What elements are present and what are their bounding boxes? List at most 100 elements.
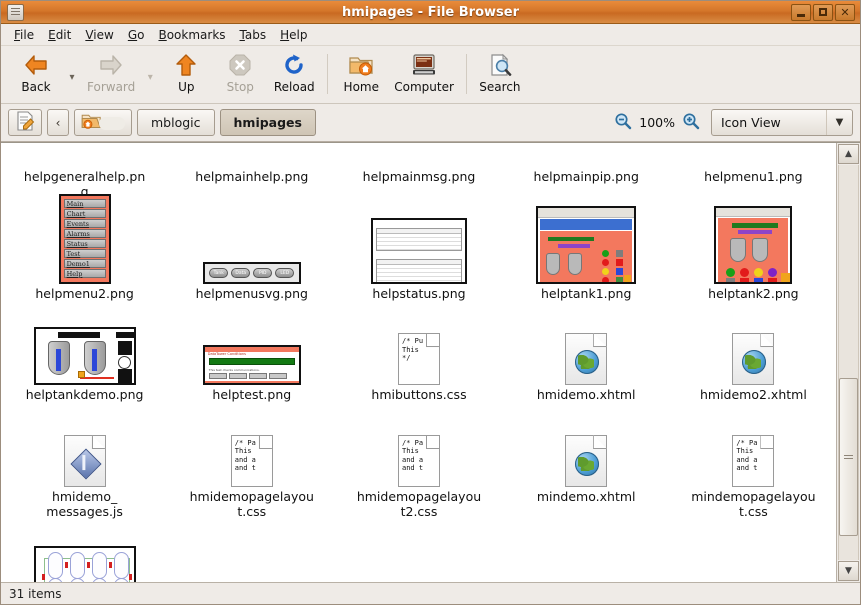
list-item[interactable]: processdrawing.png	[1, 524, 168, 582]
list-item[interactable]: mindemo.xhtml	[503, 407, 670, 524]
breadcrumb-hmipages[interactable]: hmipages	[219, 109, 316, 136]
list-item[interactable]: helpmainhelp.png	[168, 143, 335, 204]
list-item[interactable]: /* Pa This and a and t hmidemopagelayout…	[168, 407, 335, 524]
title-bar: hmipages - File Browser ✕	[1, 1, 860, 24]
list-item[interactable]: Tank Data PID LED helpmenusvg.png	[168, 204, 335, 306]
file-label: hmidemo_ messages.js	[46, 489, 123, 519]
menu-row: Status	[63, 238, 106, 248]
thumbnail-css: /* Pa This and a and t	[397, 413, 440, 487]
maximize-button[interactable]	[813, 3, 833, 21]
view-mode-select[interactable]: Icon View ▼	[711, 109, 853, 136]
toolbar-reload-button[interactable]: Reload	[267, 50, 321, 95]
toolbar-stop-button[interactable]: Stop	[213, 50, 267, 95]
thumbnail-processdrawing	[33, 530, 136, 582]
forward-arrow-icon	[98, 52, 124, 78]
list-item[interactable]: helpmainmsg.png	[335, 143, 502, 204]
toolbar-computer-button[interactable]: Computer	[388, 50, 460, 95]
list-item-empty	[168, 524, 335, 583]
path-previous-button[interactable]: ‹	[47, 109, 69, 136]
list-item[interactable]: Main Chart Events Alarms Status Test Dem…	[1, 193, 168, 306]
list-item-empty	[335, 524, 502, 583]
scroll-up-icon[interactable]: ▲	[838, 144, 859, 164]
toolbar-search-button[interactable]: Search	[473, 50, 527, 95]
toolbar-forward-label: Forward	[87, 80, 136, 94]
menu-item-go[interactable]: Go	[121, 26, 152, 44]
file-label: mindemo.xhtml	[536, 489, 636, 504]
toolbar-home-label: Home	[343, 80, 379, 94]
zoom-out-icon[interactable]	[614, 112, 632, 133]
scroll-down-icon[interactable]: ▼	[838, 561, 859, 581]
menu-item-view[interactable]: View	[78, 26, 120, 44]
menu-bar: File Edit View Go Bookmarks Tabs Help	[1, 24, 860, 46]
xhtml-file-icon	[565, 435, 608, 487]
list-item[interactable]: helptank2.png	[670, 204, 836, 306]
test-page-preview: DataTower Conditions This test checks co…	[202, 345, 301, 386]
content-area: helpgeneralhelp.png helpmainhelp.png hel…	[1, 142, 860, 582]
list-item[interactable]: helptankdemo.png	[1, 305, 168, 407]
list-item[interactable]: hmidemo.xhtml	[503, 305, 670, 407]
search-icon	[487, 52, 513, 78]
file-grid: helpgeneralhelp.png helpmainhelp.png hel…	[1, 143, 836, 582]
close-button[interactable]: ✕	[835, 3, 855, 21]
js-file-icon	[63, 435, 106, 487]
list-item[interactable]: helpmainpip.png	[503, 143, 670, 204]
tank-hmi-preview	[536, 205, 637, 284]
toolbar-computer-label: Computer	[394, 80, 454, 94]
up-arrow-icon	[174, 52, 198, 78]
menu-row: Test	[63, 248, 106, 258]
status-item-count: 31 items	[9, 586, 62, 601]
stop-icon	[228, 52, 252, 78]
chevron-down-icon: ▼	[826, 110, 852, 135]
file-label: hmidemo2.xhtml	[699, 387, 807, 403]
thumbnail-helptest: DataTower Conditions This test checks co…	[202, 311, 301, 386]
list-item[interactable]: DataTower Conditions This test checks co…	[168, 305, 335, 407]
process-drawing-preview	[33, 545, 136, 582]
zoom-in-icon[interactable]	[682, 112, 700, 133]
home-folder-icon	[348, 52, 374, 78]
back-arrow-icon	[23, 52, 49, 78]
list-item[interactable]: hmidemo2.xhtml	[670, 305, 836, 407]
thumbnail-xhtml	[565, 311, 608, 386]
file-icon-view[interactable]: helpgeneralhelp.png helpmainhelp.png hel…	[1, 143, 836, 582]
list-item[interactable]: /* Pa This and a and t hmidemopagelayout…	[335, 407, 502, 524]
toolbar-up-button[interactable]: Up	[159, 50, 213, 95]
list-item[interactable]: helpstatus.png	[335, 204, 502, 306]
list-item[interactable]: /* Pu This */ hmibuttons.css	[335, 305, 502, 407]
menu-row: Chart	[63, 208, 106, 218]
list-item[interactable]: /* Pa This and a and t mindemopagelayout…	[670, 407, 836, 524]
menu-item-file[interactable]: File	[7, 26, 41, 44]
globe-icon	[742, 350, 767, 375]
menu-item-help[interactable]: Help	[273, 26, 314, 44]
file-label: helpmainpip.png	[533, 169, 639, 184]
menu-item-tabs[interactable]: Tabs	[233, 26, 274, 44]
menu-item-edit[interactable]: Edit	[41, 26, 78, 44]
toolbar-separator-1	[327, 54, 329, 94]
reload-icon	[282, 52, 306, 78]
scroll-thumb[interactable]	[839, 378, 858, 537]
toolbar-back-button[interactable]: Back	[9, 50, 63, 95]
vertical-scrollbar[interactable]: ▲ ▼	[836, 143, 860, 582]
toolbar-home-button[interactable]: Home	[334, 50, 388, 95]
css-file-icon: /* Pa This and a and t	[230, 435, 273, 487]
location-bar: ‹ mblogic hmipages 100% Icon View ▼	[1, 104, 860, 142]
breadcrumb-home[interactable]	[74, 109, 132, 136]
toolbar-forward-button[interactable]: Forward	[81, 50, 141, 95]
toolbar-stop-label: Stop	[226, 80, 254, 94]
list-item[interactable]: helptank1.png	[503, 204, 670, 306]
thumbnail-helptank1	[536, 205, 637, 284]
menu-row: Demo1	[63, 258, 106, 268]
svg-button: PID	[253, 267, 273, 278]
scrollbar-track[interactable]	[838, 165, 859, 560]
file-label: helptankdemo.png	[25, 387, 144, 403]
menu-item-bookmarks[interactable]: Bookmarks	[151, 26, 232, 44]
toolbar-search-label: Search	[479, 80, 521, 94]
back-dropdown-arrow-icon[interactable]: ▾	[63, 50, 81, 90]
list-item[interactable]: helpmenu1.png	[670, 143, 836, 204]
thumbnail-js	[63, 413, 106, 487]
forward-dropdown-arrow-icon[interactable]: ▾	[141, 50, 159, 90]
minimize-button[interactable]	[791, 3, 811, 21]
breadcrumb-mblogic[interactable]: mblogic	[137, 109, 215, 136]
edit-location-button[interactable]	[8, 109, 42, 136]
list-item[interactable]: hmidemo_ messages.js	[1, 407, 168, 524]
zoom-controls: 100%	[614, 112, 700, 133]
